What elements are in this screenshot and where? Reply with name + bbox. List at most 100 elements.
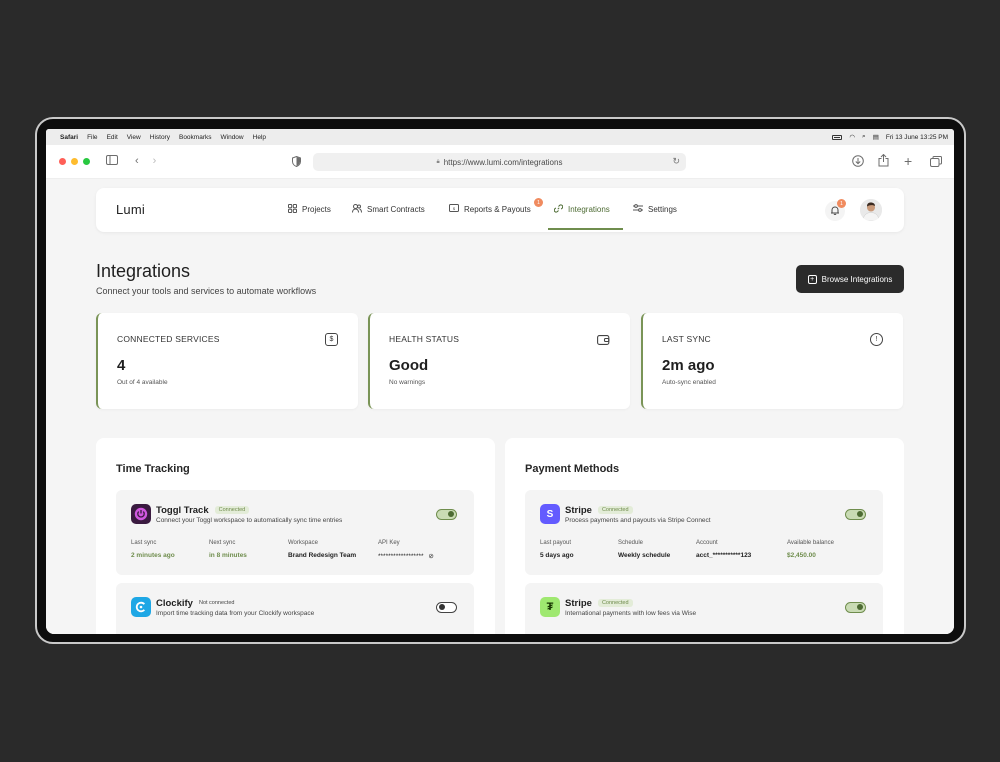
notification-badge: 1 [837, 199, 846, 208]
plus-icon: + [807, 274, 817, 284]
integration-card-wise: ₮ Stripe Connected International payments… [525, 583, 883, 634]
service-name-text: Stripe [565, 505, 592, 516]
nav-label: Smart Contracts [367, 205, 425, 214]
field-value: Weekly schedule [618, 552, 671, 559]
integration-card-toggl: Toggl Track Connected Connect your Toggl … [116, 490, 474, 575]
alert-icon: ! [870, 333, 883, 346]
tab-overview-icon[interactable] [930, 156, 942, 170]
stripe-logo-icon: S [540, 504, 560, 524]
stat-label: HEALTH STATUS [389, 334, 460, 344]
stat-label: CONNECTED SERVICES [117, 334, 220, 344]
wallet-icon [597, 333, 610, 346]
browser-toolbar: ‹ › 🔒︎ https://www.lumi.com/integrations… [46, 145, 954, 179]
time-tracking-panel: Time Tracking Toggl Track Connected Conne… [96, 438, 495, 634]
field-value: Brand Redesign Team [288, 552, 357, 559]
nav-item-settings[interactable]: Settings [633, 204, 677, 214]
field-label: Schedule [618, 540, 644, 546]
share-icon[interactable] [878, 153, 889, 170]
menu-bookmarks[interactable]: Bookmarks [179, 134, 212, 141]
battery-icon[interactable] [832, 134, 843, 140]
stat-note: Out of 4 available [117, 379, 168, 386]
field-value: 2 minutes ago [131, 552, 175, 559]
integration-card-clockify: Clockify Not connected Import time tracki… [116, 583, 474, 634]
report-icon: $ [449, 204, 459, 214]
menu-view[interactable]: View [127, 134, 141, 141]
field-label: Account [696, 540, 718, 546]
reload-icon[interactable]: ↻ [672, 156, 680, 167]
wise-toggle[interactable] [845, 602, 866, 613]
page-subtitle: Connect your tools and services to autom… [96, 286, 317, 296]
control-center-icon[interactable]: ▤ [873, 133, 879, 141]
browse-integrations-button[interactable]: + Browse Integrations [796, 265, 904, 293]
stat-card-last-sync: LAST SYNC ! 2m ago Auto-sync enabled [641, 313, 903, 409]
field-schedule: Schedule Weekly schedule [618, 540, 670, 559]
lock-icon: 🔒︎ [436, 158, 440, 165]
nav-item-projects[interactable]: Projects [288, 204, 331, 215]
stat-note: Auto-sync enabled [662, 379, 716, 386]
sidebar-toggle-icon[interactable] [106, 155, 118, 168]
clockify-logo-icon [131, 597, 151, 617]
menu-edit[interactable]: Edit [107, 134, 118, 141]
close-window-button[interactable] [59, 158, 66, 165]
service-name-text: Toggl Track [156, 505, 209, 516]
wifi-icon[interactable]: ◠ [849, 133, 855, 141]
field-value: in 8 minutes [209, 552, 247, 559]
privacy-shield-icon[interactable] [292, 155, 301, 170]
menu-window[interactable]: Window [221, 134, 244, 141]
toggl-toggle[interactable] [436, 509, 457, 520]
nav-label: Integrations [568, 205, 610, 214]
logo[interactable]: Lumi [116, 202, 145, 217]
eye-off-icon[interactable]: ⊘ [428, 553, 433, 560]
browse-integrations-label: Browse Integrations [821, 274, 893, 284]
stat-value: Good [389, 357, 429, 374]
window-controls [59, 158, 90, 165]
field-label: Next sync [209, 540, 236, 546]
page-content: Lumi Projects Smart Contracts $ Reports … [46, 179, 954, 634]
menu-history[interactable]: History [150, 134, 170, 141]
zoom-window-button[interactable] [83, 158, 90, 165]
download-icon[interactable] [852, 155, 864, 170]
nav-item-reports-payouts[interactable]: $ Reports & Payouts [449, 204, 531, 214]
address-bar[interactable]: 🔒︎ https://www.lumi.com/integrations ↻ [313, 153, 686, 171]
wise-logo-icon: ₮ [540, 597, 560, 617]
field-api-key: API Key ****************** ⊘ [378, 540, 434, 560]
payment-methods-panel: Payment Methods S Stripe Connected Proces… [505, 438, 904, 634]
forward-icon[interactable]: › [153, 156, 157, 167]
panel-title: Time Tracking [116, 463, 190, 475]
field-last-payout: Last payout 5 days ago [540, 540, 574, 559]
stat-label: LAST SYNC [662, 334, 711, 344]
field-next-sync: Next sync in 8 minutes [209, 540, 247, 559]
field-label: Available balance [787, 540, 834, 546]
field-value: 5 days ago [540, 552, 574, 559]
menu-safari[interactable]: Safari [60, 134, 78, 141]
service-name: Stripe Connected [565, 598, 633, 609]
clockify-toggle[interactable] [436, 602, 457, 613]
menu-help[interactable]: Help [253, 134, 266, 141]
new-tab-icon[interactable]: + [904, 154, 912, 168]
stripe-toggle[interactable] [845, 509, 866, 520]
status-badge: Connected [597, 599, 633, 608]
search-icon[interactable]: ⌕ [862, 133, 866, 141]
nav-item-integrations[interactable]: Integrations [553, 204, 610, 215]
svg-text:$: $ [453, 206, 456, 211]
page-title: Integrations [96, 261, 191, 281]
field-last-sync: Last sync 2 minutes ago [131, 540, 175, 559]
users-icon [352, 204, 362, 215]
minimize-window-button[interactable] [71, 158, 78, 165]
service-name-text: Clockify [156, 598, 193, 609]
nav-label: Reports & Payouts [464, 204, 531, 214]
field-value: acct_***********123 [696, 552, 752, 559]
stat-note: No warnings [389, 379, 426, 386]
screen: Safari File Edit View History Bookmarks … [46, 129, 954, 634]
link-icon [553, 204, 564, 215]
menu-file[interactable]: File [87, 134, 97, 141]
url-text: https://www.lumi.com/integrations [443, 157, 563, 167]
nav-item-smart-contracts[interactable]: Smart Contracts [352, 204, 425, 215]
menu-clock[interactable]: Fri 13 June 13:25 PM [886, 134, 948, 141]
nav-label: Settings [648, 204, 677, 214]
avatar[interactable] [860, 199, 882, 221]
back-icon[interactable]: ‹ [135, 156, 139, 167]
field-label: Last sync [131, 540, 157, 546]
service-description: Import time tracking data from your Cloc… [156, 610, 315, 617]
status-badge: Connected [214, 506, 250, 515]
